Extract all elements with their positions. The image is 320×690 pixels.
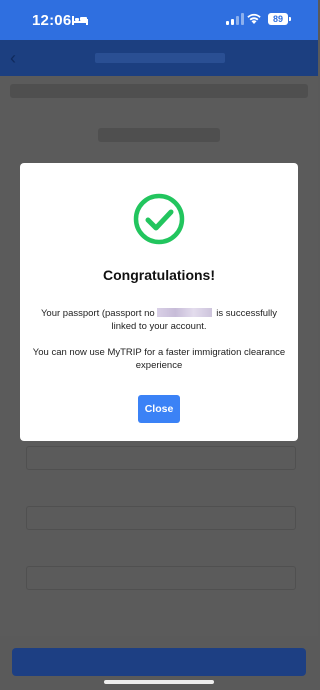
background-submit-button [12, 648, 306, 676]
background-field [26, 446, 296, 470]
cellular-signal-icon [226, 13, 244, 25]
background-heading [98, 128, 220, 142]
app-header-title [95, 53, 225, 63]
dialog-message-secondary: You can now use MyTRIP for a faster immi… [32, 347, 286, 371]
redacted-passport-number [156, 308, 212, 317]
wifi-icon [247, 13, 261, 24]
success-check-icon [133, 193, 185, 245]
dialog-title: Congratulations! [103, 267, 215, 283]
dialog-message: Your passport (passport no is successful… [30, 307, 288, 333]
background-field [26, 566, 296, 590]
battery-icon: 89 [268, 13, 291, 25]
status-bar: 12:06 89 [0, 0, 318, 40]
status-time: 12:06 [32, 12, 72, 29]
success-dialog: Congratulations! Your passport (passport… [20, 163, 298, 441]
back-arrow-icon: ‹ [10, 48, 16, 68]
background-info-bar [10, 84, 308, 98]
home-indicator [104, 680, 214, 684]
sleep-focus-icon [72, 16, 88, 25]
message-text-before: Your passport (passport no [40, 308, 155, 319]
background-field [26, 506, 296, 530]
close-button[interactable]: Close [138, 395, 180, 423]
app-header: ‹ [0, 40, 318, 76]
